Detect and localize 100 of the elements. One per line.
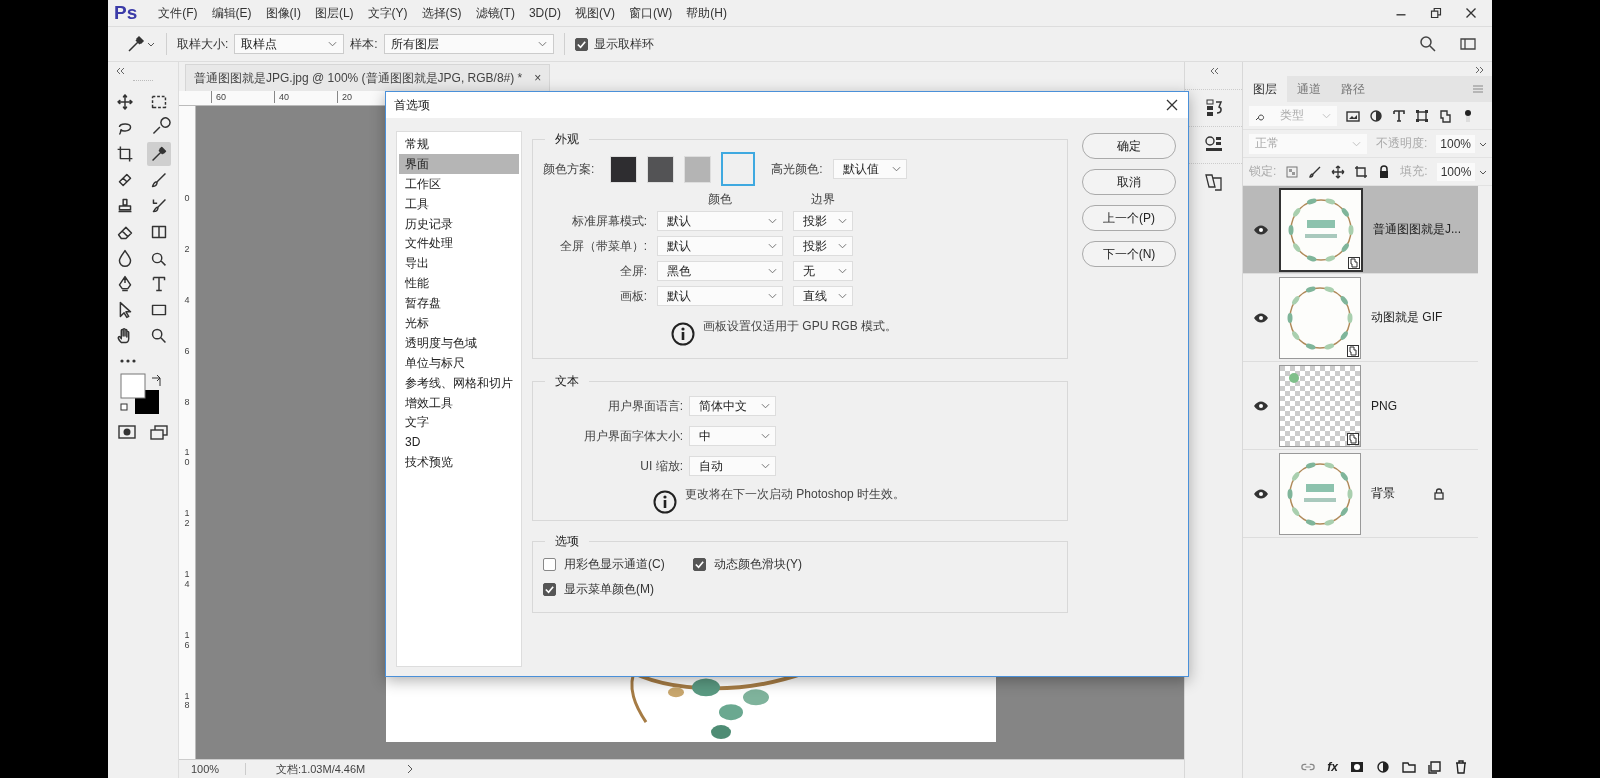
checkbox[interactable] bbox=[574, 37, 588, 51]
border-dropdown[interactable]: 直线 bbox=[793, 286, 853, 306]
trash-icon[interactable] bbox=[1454, 760, 1468, 774]
color-dropdown[interactable]: 默认 bbox=[657, 211, 783, 231]
search-icon[interactable] bbox=[1418, 34, 1438, 54]
layer-row[interactable]: 动图就是 GIF bbox=[1243, 274, 1478, 362]
ruler-number: 8 bbox=[183, 397, 191, 408]
checkbox[interactable] bbox=[543, 558, 556, 571]
layer-row[interactable]: 普通图图就是J... bbox=[1243, 186, 1478, 274]
menu-item[interactable]: 3D(D) bbox=[521, 6, 568, 20]
category-item[interactable]: 单位与标尺 bbox=[399, 352, 519, 373]
border-dropdown[interactable]: 投影 bbox=[793, 211, 853, 231]
category-item[interactable]: 常规 bbox=[399, 134, 519, 154]
border-dropdown[interactable]: 投影 bbox=[793, 236, 853, 256]
category-item[interactable]: 暂存盘 bbox=[399, 293, 519, 313]
sample-size-dropdown[interactable]: 取样点 bbox=[234, 34, 345, 54]
eyedropper-icon[interactable] bbox=[126, 34, 156, 54]
fill-field[interactable]: 100% bbox=[1436, 162, 1476, 181]
expand-icon[interactable] bbox=[1474, 66, 1486, 74]
menu-item[interactable]: 文件(F) bbox=[151, 4, 205, 22]
category-item[interactable]: 工作区 bbox=[399, 173, 519, 194]
sample-dropdown[interactable]: 所有图层 bbox=[383, 34, 554, 54]
color-dropdown[interactable]: 黑色 bbox=[657, 261, 783, 281]
zoom-level[interactable]: 100% bbox=[179, 763, 246, 775]
fx-button[interactable]: fx bbox=[1327, 760, 1338, 774]
category-item[interactable]: 增效工具 bbox=[399, 392, 519, 413]
menu-item[interactable]: 文字(Y) bbox=[360, 4, 415, 22]
category-item[interactable]: 性能 bbox=[399, 273, 519, 294]
border-dropdown[interactable]: 无 bbox=[793, 261, 853, 281]
category-item[interactable]: 透明度与色域 bbox=[399, 332, 519, 353]
adjustment-icon[interactable] bbox=[1376, 760, 1390, 774]
category-item[interactable]: 3D bbox=[399, 432, 519, 453]
eye-icon[interactable] bbox=[1253, 400, 1269, 411]
category-item[interactable]: 导出 bbox=[399, 253, 519, 274]
layer-row[interactable]: 背景 bbox=[1243, 450, 1478, 538]
category-item[interactable]: 文件处理 bbox=[399, 233, 519, 254]
dialog-button[interactable]: 下一个(N) bbox=[1082, 241, 1176, 267]
smart-object-filter-icon[interactable] bbox=[1438, 108, 1452, 123]
close-icon[interactable] bbox=[1166, 99, 1178, 111]
shape-filter-icon[interactable] bbox=[1415, 108, 1429, 123]
ruler-number: 2 bbox=[183, 244, 191, 255]
section-title: 选项 bbox=[554, 533, 580, 550]
menu-item[interactable]: 视图(V) bbox=[567, 4, 622, 22]
eyedropper-icon[interactable] bbox=[147, 142, 171, 166]
image-filter-icon[interactable] bbox=[1346, 108, 1360, 123]
category-item[interactable]: 技术预览 bbox=[399, 452, 519, 473]
dialog-button[interactable]: 取消 bbox=[1082, 169, 1176, 195]
libraries-icon[interactable] bbox=[1203, 172, 1224, 192]
app-logo[interactable]: Ps bbox=[108, 2, 152, 24]
folder-icon[interactable] bbox=[1402, 760, 1416, 774]
layer-row[interactable]: PNG bbox=[1243, 362, 1478, 450]
adjustment-filter-icon[interactable] bbox=[1369, 108, 1383, 123]
quick-mask-icon[interactable] bbox=[117, 424, 137, 440]
dialog-button[interactable]: 上一个(P) bbox=[1082, 205, 1176, 231]
panel-tab[interactable]: 路径 bbox=[1331, 76, 1375, 102]
screen-mode-icon[interactable] bbox=[149, 424, 169, 440]
color-dropdown[interactable]: 默认 bbox=[657, 236, 783, 256]
menu-item[interactable]: 图层(L) bbox=[307, 4, 361, 22]
menu-item[interactable]: 滤镜(T) bbox=[468, 4, 522, 22]
chevron-icon[interactable] bbox=[406, 763, 414, 775]
category-item[interactable]: 工具 bbox=[399, 193, 519, 214]
menu-item[interactable]: 选择(S) bbox=[414, 4, 469, 22]
category-item[interactable]: 光标 bbox=[399, 313, 519, 333]
category-item[interactable]: 参考线、网格和切片 bbox=[399, 372, 519, 393]
menu-item[interactable]: 编辑(E) bbox=[204, 4, 259, 22]
history-icon[interactable] bbox=[1203, 98, 1224, 118]
dropdown[interactable]: 简体中文 bbox=[689, 396, 776, 416]
dropdown[interactable]: 中 bbox=[689, 426, 776, 446]
caret-icon bbox=[1352, 140, 1361, 147]
highlight-color-dropdown[interactable]: 默认值 bbox=[832, 159, 907, 179]
mask-icon[interactable] bbox=[1350, 760, 1364, 774]
document-tab[interactable]: 普通图图就是JPG.jpg @ 100% (普通图图就是JPG, RGB/8#) * × bbox=[185, 64, 551, 91]
field-label: 用户界面语言: bbox=[606, 397, 683, 415]
collapse-icon[interactable] bbox=[114, 67, 126, 75]
layer-name: PNG bbox=[1371, 398, 1397, 413]
note-text: 画板设置仅适用于 GPU RGB 模式。 bbox=[703, 318, 897, 335]
eye-icon[interactable] bbox=[1253, 224, 1269, 235]
color-scheme-swatch[interactable] bbox=[721, 152, 756, 186]
eye-icon[interactable] bbox=[1253, 312, 1269, 323]
menu-item[interactable]: 窗口(W) bbox=[621, 4, 680, 22]
new-layer-icon[interactable] bbox=[1428, 760, 1442, 774]
menu-item[interactable]: 图像(I) bbox=[258, 4, 308, 22]
dropdown[interactable]: 自动 bbox=[689, 456, 776, 476]
category-item[interactable]: 文字 bbox=[399, 412, 519, 433]
dialog-button[interactable]: 确定 bbox=[1082, 133, 1176, 159]
more-icon[interactable] bbox=[118, 358, 138, 364]
move-icon[interactable] bbox=[1331, 164, 1346, 179]
artboard-lock-icon[interactable] bbox=[1354, 164, 1369, 179]
color-dropdown[interactable]: 默认 bbox=[657, 286, 783, 306]
menu-item[interactable]: 帮助(H) bbox=[679, 4, 734, 22]
checkbox[interactable] bbox=[693, 558, 706, 571]
category-item[interactable]: 历史记录 bbox=[399, 213, 519, 234]
opacity-field[interactable]: 100% bbox=[1436, 134, 1476, 153]
checkbox[interactable] bbox=[543, 583, 556, 596]
panel-tab[interactable]: 通道 bbox=[1287, 76, 1331, 102]
brush-icon[interactable] bbox=[1308, 164, 1323, 179]
eye-icon[interactable] bbox=[1253, 488, 1269, 499]
panel-tab[interactable]: 图层 bbox=[1243, 76, 1287, 102]
type-filter-icon[interactable] bbox=[1392, 108, 1406, 123]
category-item[interactable]: 界面 bbox=[399, 153, 519, 174]
